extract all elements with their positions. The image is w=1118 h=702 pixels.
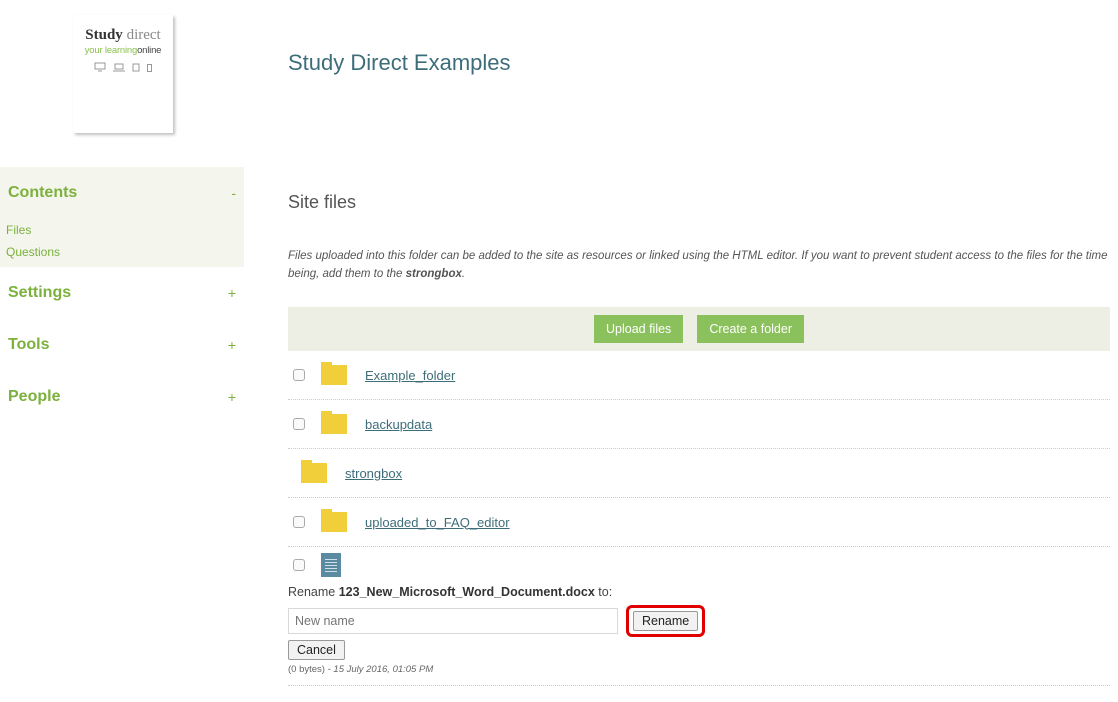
- folder-link-uploaded-to-faq-editor[interactable]: uploaded_to_FAQ_editor: [365, 515, 510, 530]
- folder-row: Example_folder: [288, 351, 1110, 400]
- sidebar-head-tools[interactable]: Tools +: [0, 319, 244, 371]
- cancel-button[interactable]: Cancel: [288, 640, 345, 660]
- section-title: Site files: [288, 192, 357, 212]
- sidebar: Contents - Files Questions Settings + To…: [0, 167, 244, 423]
- rename-button[interactable]: Rename: [633, 611, 699, 631]
- row-checkbox[interactable]: [293, 369, 305, 381]
- rename-suffix: to:: [594, 585, 613, 599]
- sidebar-label-settings: Settings: [8, 284, 72, 301]
- description-strongbox: strongbox: [405, 268, 462, 280]
- collapse-toggle-contents[interactable]: -: [231, 185, 236, 201]
- sidebar-head-people[interactable]: People +: [0, 371, 244, 423]
- file-row: [288, 547, 1110, 583]
- folder-icon: [321, 509, 347, 532]
- logo-title: Study direct: [73, 27, 173, 44]
- logo-title-light: direct: [126, 27, 161, 43]
- file-size: (0 bytes): [288, 664, 325, 675]
- tablet-icon: [132, 63, 140, 72]
- sidebar-head-contents[interactable]: Contents -: [0, 167, 244, 219]
- logo-tagline: your learningonline: [73, 45, 173, 56]
- sidebar-section-settings: Settings +: [0, 267, 244, 319]
- sidebar-label-people: People: [8, 388, 61, 405]
- document-icon: [321, 553, 341, 577]
- sidebar-section-tools: Tools +: [0, 319, 244, 371]
- expand-toggle-people[interactable]: +: [228, 389, 236, 405]
- row-checkbox[interactable]: [293, 516, 305, 528]
- row-checkbox[interactable]: [293, 559, 305, 571]
- folder-icon: [301, 460, 327, 483]
- folder-icon: [321, 411, 347, 434]
- file-rename-block: Rename 123_New_Microsoft_Word_Document.d…: [288, 547, 1110, 686]
- create-folder-button[interactable]: Create a folder: [697, 315, 804, 343]
- upload-files-button[interactable]: Upload files: [593, 315, 684, 343]
- new-name-input[interactable]: [288, 608, 618, 634]
- description-end: .: [461, 268, 466, 280]
- sidebar-section-people: People +: [0, 371, 244, 423]
- logo-devices: [73, 62, 173, 72]
- laptop-icon: [113, 63, 125, 72]
- sidebar-section-contents: Contents - Files Questions: [0, 167, 244, 267]
- logo-tag-green: your learning: [84, 45, 138, 56]
- sidebar-head-settings[interactable]: Settings +: [0, 267, 244, 319]
- rename-label: Rename 123_New_Microsoft_Word_Document.d…: [288, 585, 1110, 599]
- expand-toggle-settings[interactable]: +: [228, 285, 236, 301]
- folder-link-backupdata[interactable]: backupdata: [365, 417, 432, 432]
- rename-controls: Rename: [288, 605, 1110, 637]
- folder-row: backupdata: [288, 400, 1110, 449]
- logo-tag-dark: online: [137, 45, 162, 56]
- main-content: Site files Files uploaded into this fold…: [288, 180, 1110, 686]
- highlight-box: Rename: [626, 605, 706, 637]
- sidebar-label-contents: Contents: [8, 184, 78, 201]
- sidebar-links-contents: Files Questions: [0, 219, 244, 267]
- row-checkbox[interactable]: [293, 418, 305, 430]
- file-date: - 15 July 2016, 01:05 PM: [324, 664, 434, 675]
- file-meta: (0 bytes) - 15 July 2016, 01:05 PM: [288, 664, 1110, 675]
- action-bar: Upload files Create a folder: [288, 307, 1110, 351]
- expand-toggle-tools[interactable]: +: [228, 337, 236, 353]
- site-logo[interactable]: Study direct your learningonline: [73, 15, 173, 133]
- site-title: Study Direct Examples: [288, 50, 511, 75]
- folder-link-strongbox[interactable]: strongbox: [345, 466, 402, 481]
- cancel-line: Cancel: [288, 640, 1110, 660]
- folder-icon: [321, 362, 347, 385]
- sidebar-item-files[interactable]: Files: [0, 219, 244, 241]
- folder-link-example-folder[interactable]: Example_folder: [365, 368, 455, 383]
- rename-prefix: Rename: [288, 585, 339, 599]
- sidebar-item-questions[interactable]: Questions: [0, 241, 244, 263]
- rename-filename: 123_New_Microsoft_Word_Document.docx: [338, 585, 595, 599]
- desktop-icon: [94, 62, 106, 72]
- folder-row: uploaded_to_FAQ_editor: [288, 498, 1110, 547]
- folder-row: strongbox: [288, 449, 1110, 498]
- phone-icon: [147, 64, 152, 72]
- sidebar-label-tools: Tools: [8, 336, 50, 353]
- logo-title-bold: Study: [85, 27, 123, 43]
- files-description: Files uploaded into this folder can be a…: [288, 247, 1108, 283]
